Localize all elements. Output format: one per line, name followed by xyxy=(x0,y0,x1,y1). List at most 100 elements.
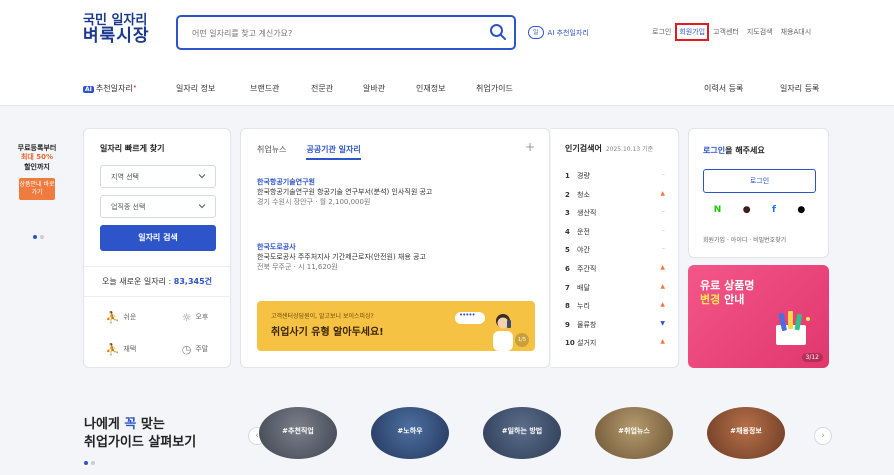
chevron-down-icon xyxy=(198,204,206,209)
guide-thumb-label: #채용정보 xyxy=(730,427,762,435)
guide-thumb[interactable]: #취업뉴스 xyxy=(595,407,673,459)
region-select[interactable]: 지역 선택 xyxy=(100,165,216,188)
rank-number: 8 xyxy=(565,302,570,311)
tab-job-news[interactable]: 취업뉴스 xyxy=(257,144,286,160)
person-phone-illustration xyxy=(493,314,513,351)
quick-cat-weekend[interactable]: ◷ 주말 xyxy=(158,335,232,363)
nav-job-register[interactable]: 일자리 등록 xyxy=(780,83,819,94)
login-title: 로그인을 해주세요 xyxy=(703,145,765,156)
guide-thumb-label: #노하우 xyxy=(397,427,423,435)
guide-thumb[interactable]: #노하우 xyxy=(371,407,449,459)
quick-cat-label: 쉬운 xyxy=(123,313,137,321)
guide-thumb[interactable]: #추천직업 xyxy=(259,407,337,459)
quick-cat-remote[interactable]: ⛹ 재택 xyxy=(84,335,158,363)
util-extra-link[interactable]: 채용A대시 xyxy=(781,27,812,37)
popular-rank-item[interactable]: 3 생산직 – xyxy=(565,208,665,222)
login-title-rest: 을 해주세요 xyxy=(725,146,765,155)
banner-page-indicator: 1/5 xyxy=(515,333,529,347)
popular-rank-item[interactable]: 4 운전 – xyxy=(565,227,665,241)
site-logo[interactable]: 국민 일자리 벼룩시장 xyxy=(83,14,150,45)
ai-pill: 일 xyxy=(528,26,544,39)
popular-rank-item[interactable]: 6 주간직 ▲ xyxy=(565,264,665,278)
rank-keyword: 누리 xyxy=(577,302,590,311)
pagination-dot[interactable] xyxy=(33,235,37,239)
kakao-icon[interactable]: ● xyxy=(743,205,751,215)
popular-rank-item[interactable]: 2 청소 ▲ xyxy=(565,190,665,204)
product-notice-banner[interactable]: 유료 상품명 변경 안내 3/12 xyxy=(688,265,829,368)
promo-line3: 할인까지 xyxy=(24,162,50,171)
trend-down-icon: ▼ xyxy=(660,319,665,327)
popular-rank-item[interactable]: 5 야간 – xyxy=(565,245,665,259)
region-select-value: 지역 선택 xyxy=(111,173,139,181)
ai-recommend-link[interactable]: 일 AI 추천일자리 xyxy=(528,25,589,40)
popular-rank-item[interactable]: 7 배달 ▲ xyxy=(565,283,665,297)
nav-ai-label: 추천일자리 xyxy=(95,84,133,93)
rank-keyword: 주간직 xyxy=(577,265,597,273)
guide-thumb[interactable]: #채용정보 xyxy=(707,407,785,459)
search-icon[interactable] xyxy=(488,22,508,42)
nav-guide[interactable]: 취업가이드 xyxy=(476,83,513,94)
promo-button[interactable]: 상품안내 바로가기 xyxy=(19,178,55,200)
news-org: 한국도로공사 xyxy=(257,243,296,251)
map-search-link[interactable]: 지도검색 xyxy=(747,27,773,37)
pagination-dot[interactable] xyxy=(91,461,95,465)
job-select[interactable]: 업직종 선택 xyxy=(100,195,216,218)
trend-up-icon: ▲ xyxy=(660,189,665,197)
quick-cat-label: 재택 xyxy=(123,345,137,353)
scam-warning-banner[interactable]: 고객센터상담원이, 알고보니 보이스피싱? 취업사기 유형 알아두세요! 1/5 xyxy=(257,301,535,351)
login-title-hl: 로그인 xyxy=(703,146,726,155)
more-plus-icon[interactable]: + xyxy=(525,140,535,154)
rank-number: 9 xyxy=(565,320,570,329)
popular-rank-item[interactable]: 9 물류창 ▼ xyxy=(565,320,665,334)
apple-icon[interactable]: ● xyxy=(797,205,805,215)
nav-parttime[interactable]: 알바관 xyxy=(363,83,385,94)
facebook-icon[interactable]: f xyxy=(772,205,776,215)
tab-public-jobs[interactable]: 공공기관 일자리 xyxy=(306,144,361,160)
sun-icon: ☼ xyxy=(181,310,192,324)
quick-cat-afternoon[interactable]: ☼ 오후 xyxy=(158,303,232,331)
login-card: 로그인을 해주세요 로그인 N ● f ● 회원가입 · 아이디 · 비밀번호찾… xyxy=(688,128,829,258)
pink-line2-rest: 안내 xyxy=(720,292,745,306)
rank-keyword: 물류창 xyxy=(577,320,597,329)
guide-pagination[interactable] xyxy=(84,461,95,465)
side-promo: 무료등록부터 최대 50% 할인까지 상품안내 바로가기 xyxy=(7,144,67,200)
pink-line2-hl: 변경 xyxy=(700,292,721,306)
next-arrow-icon[interactable]: › xyxy=(814,427,832,445)
nav-resume-register[interactable]: 이력서 등록 xyxy=(704,83,743,94)
job-search-button[interactable]: 일자리 검색 xyxy=(100,225,216,251)
news-item[interactable]: 한국도로공사 한국도로공사 주주처지사 기간제근로자(안전원) 채용 공고 전북… xyxy=(257,242,527,272)
login-link[interactable]: 로그인 xyxy=(652,27,671,37)
popular-search-card: 인기검색어 2025.10.13 기준 1 경량 – 2 청소 ▲ 3 생산직 – 4 운전 – 5 야간 –… xyxy=(551,128,679,368)
trend-up-icon: ▲ xyxy=(660,282,665,290)
pink-page-indicator: 3/12 xyxy=(801,353,823,362)
signup-link[interactable]: 회원가입 xyxy=(675,23,710,41)
popular-rank-item[interactable]: 10 설거지 ▲ xyxy=(565,338,665,352)
pagination-dot[interactable] xyxy=(84,461,88,465)
naver-icon[interactable]: N xyxy=(714,205,722,215)
nav-ai-recommend[interactable]: AI 추천일자리• xyxy=(83,83,137,94)
popular-rank-item[interactable]: 8 누리 ▲ xyxy=(565,301,665,315)
popular-rank-item[interactable]: 1 경량 – xyxy=(565,171,665,185)
trend-up-icon: ▲ xyxy=(660,301,665,309)
news-item[interactable]: 한국항공기술연구원 한국항공기술연구원 항공기술 연구부서(분석) 인사직원 공… xyxy=(257,177,527,207)
guide-thumb[interactable]: #일하는 방법 xyxy=(483,407,561,459)
login-button[interactable]: 로그인 xyxy=(703,169,816,193)
customer-center-link[interactable]: 고객센터 xyxy=(713,27,739,37)
rank-keyword: 배달 xyxy=(577,283,590,292)
guide-title-suffix: 맞는 xyxy=(136,417,165,432)
quick-cat-easy[interactable]: ⛹ 쉬운 xyxy=(84,303,158,331)
trend-same-icon: – xyxy=(662,226,665,234)
account-links[interactable]: 회원가입 · 아이디 · 비밀번호찾기 xyxy=(703,235,786,244)
pagination-dot[interactable] xyxy=(40,235,44,239)
person-icon: ⛹ xyxy=(105,310,120,324)
pink-line1: 유료 상품명 xyxy=(700,279,755,292)
banner-subtitle: 고객센터상담원이, 알고보니 보이스피싱? xyxy=(271,313,374,320)
search-input[interactable] xyxy=(190,25,480,41)
nav-expert[interactable]: 전문관 xyxy=(311,83,333,94)
nav-brand[interactable]: 브랜드관 xyxy=(250,83,279,94)
today-count: 오늘 새로운 일자리 : 83,345건 xyxy=(84,266,230,287)
news-title: 한국도로공사 주주처지사 기간제근로자(안전원) 채용 공고 xyxy=(257,253,426,262)
nav-job-info[interactable]: 일자리 정보 xyxy=(176,83,215,94)
nav-talent[interactable]: 인재정보 xyxy=(416,83,445,94)
promo-pagination[interactable] xyxy=(33,235,44,239)
